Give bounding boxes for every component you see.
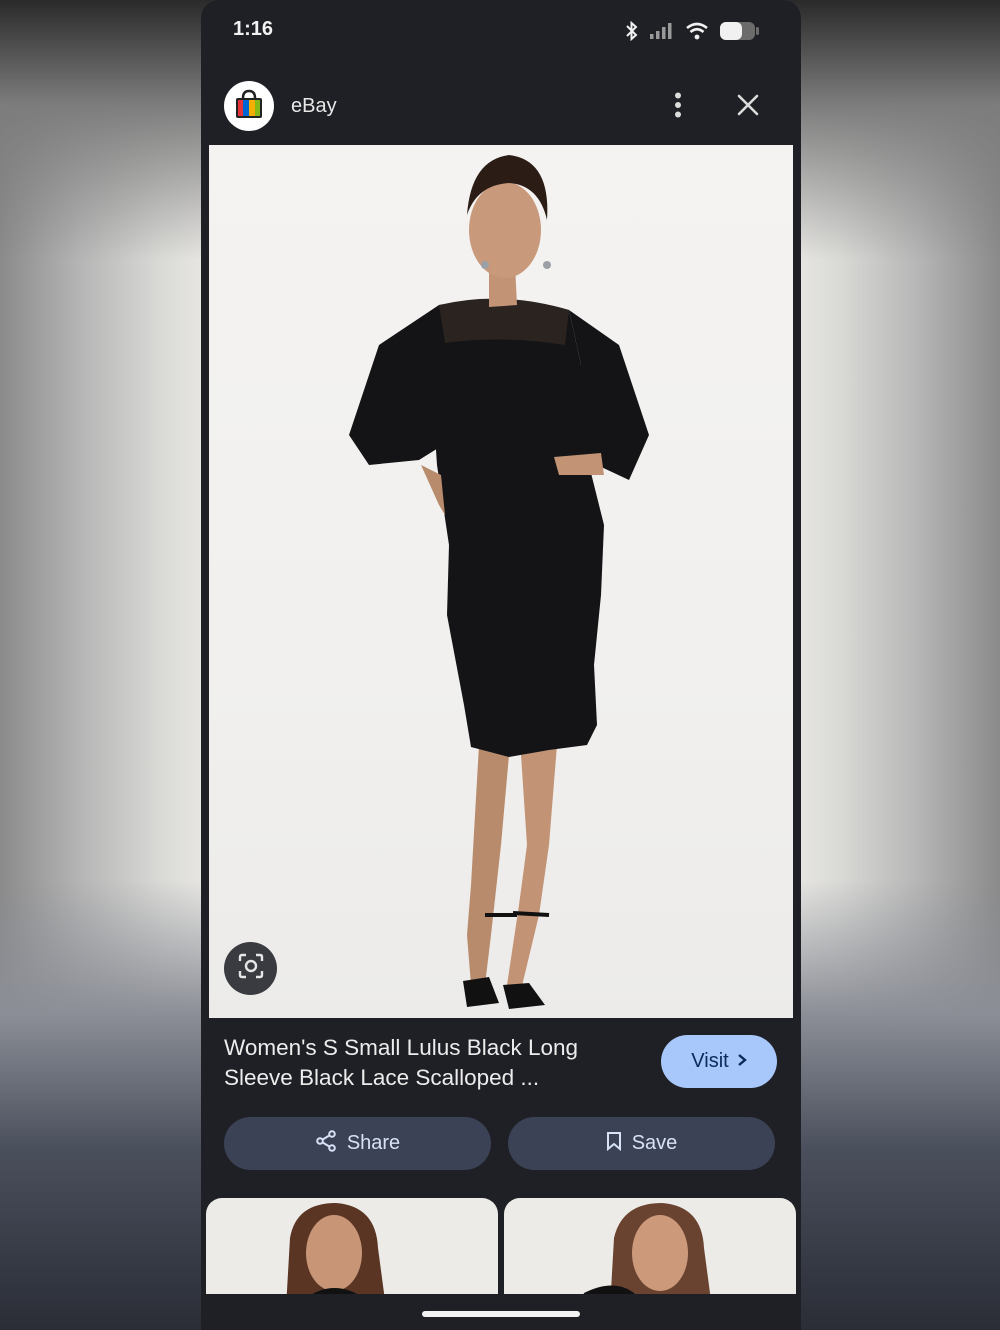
visit-label: Visit (691, 1050, 729, 1072)
source-name[interactable]: eBay (291, 95, 337, 118)
result-title-line2: Sleeve Black Lace Scalloped ... (224, 1065, 540, 1090)
battery-icon (719, 20, 761, 42)
related-image-1[interactable] (206, 1198, 498, 1308)
model-illustration (349, 155, 649, 1009)
status-bar: 1:16 (201, 0, 801, 64)
lens-search-icon (237, 952, 265, 985)
image-viewer-panel: 1:16 eBay Women's S Small Lulus Black Lo… (201, 0, 801, 1330)
status-time: 1:16 (233, 18, 274, 40)
related-model-1 (286, 1203, 386, 1308)
product-image[interactable] (209, 145, 793, 1018)
result-title[interactable]: Women's S Small Lulus Black Long Sleeve … (224, 1033, 624, 1093)
share-button[interactable]: Share (224, 1117, 491, 1170)
result-title-line1: Women's S Small Lulus Black Long (224, 1035, 579, 1060)
share-label: Share (346, 1132, 401, 1154)
visit-button[interactable]: Visit (661, 1035, 777, 1088)
source-logo[interactable] (224, 81, 274, 131)
home-gesture-handle[interactable] (422, 1311, 580, 1317)
signal-icon (649, 22, 675, 40)
source-header: eBay (201, 72, 801, 142)
share-icon (315, 1129, 337, 1158)
chevron-right-icon (737, 1050, 747, 1073)
bluetooth-icon (625, 21, 639, 41)
close-icon (736, 93, 760, 122)
more-vertical-icon (674, 92, 682, 123)
shopping-bag-icon (233, 88, 265, 125)
status-icons (625, 18, 761, 44)
bookmark-icon (606, 1131, 622, 1157)
visual-search-button[interactable] (224, 942, 277, 995)
close-button[interactable] (731, 90, 765, 124)
save-label: Save (631, 1132, 678, 1154)
save-button[interactable]: Save (508, 1117, 775, 1170)
related-model-2 (579, 1203, 712, 1308)
related-image-2[interactable] (504, 1198, 796, 1308)
more-options-button[interactable] (663, 90, 693, 124)
wifi-icon (685, 21, 709, 41)
